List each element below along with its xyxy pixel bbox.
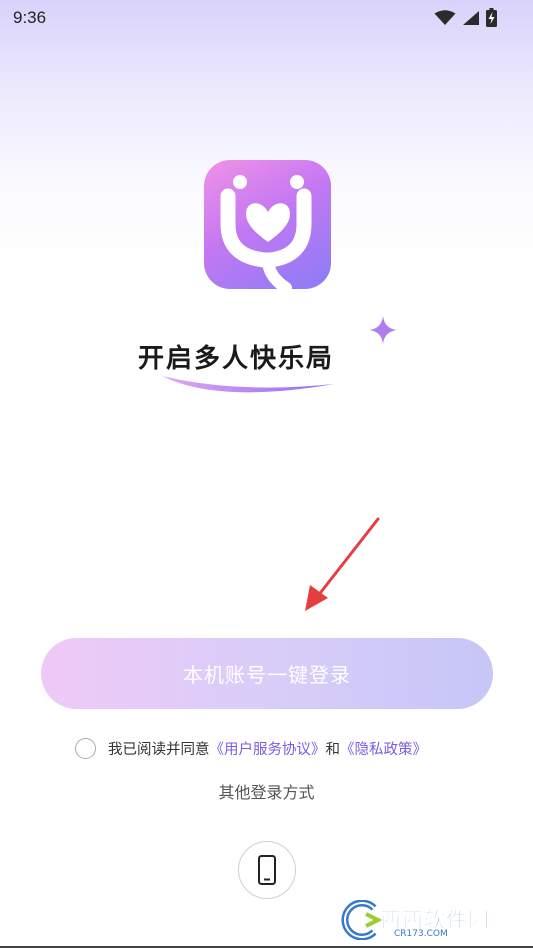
status-bar: 9:36 bbox=[0, 0, 533, 36]
signal-icon bbox=[463, 10, 479, 25]
privacy-policy-link[interactable]: 《隐私政策》 bbox=[340, 738, 427, 759]
user-agreement-link[interactable]: 《用户服务协议》 bbox=[210, 738, 326, 759]
phone-login-button[interactable] bbox=[238, 841, 296, 899]
slogan-swoosh bbox=[162, 376, 334, 393]
agreement-connector: 和 bbox=[325, 741, 341, 758]
agree-checkbox[interactable] bbox=[75, 737, 96, 759]
app-logo bbox=[204, 160, 331, 289]
slogan: 开启多人快乐局 bbox=[138, 338, 378, 398]
wifi-icon bbox=[434, 9, 456, 25]
one-tap-login-button[interactable]: 本机账号一键登录 bbox=[41, 638, 493, 709]
watermark: 西西软件园 CR173.COM bbox=[336, 900, 516, 942]
status-time: 9:36 bbox=[13, 8, 47, 27]
arrow-annotation bbox=[305, 517, 380, 611]
app-logo-icon bbox=[220, 175, 312, 289]
other-login-label: 其他登录方式 bbox=[218, 783, 315, 802]
agreement-prefix: 我已阅读并同意 bbox=[108, 741, 210, 758]
battery-charging-icon bbox=[486, 8, 497, 27]
agreement-row: 我已阅读并同意 《用户服务协议》 和 《隐私政策》 bbox=[75, 735, 427, 761]
status-icons bbox=[434, 8, 497, 27]
watermark-subtext: CR173.COM bbox=[394, 929, 448, 939]
watermark-logo-icon bbox=[341, 900, 382, 940]
phone-icon bbox=[258, 855, 276, 885]
